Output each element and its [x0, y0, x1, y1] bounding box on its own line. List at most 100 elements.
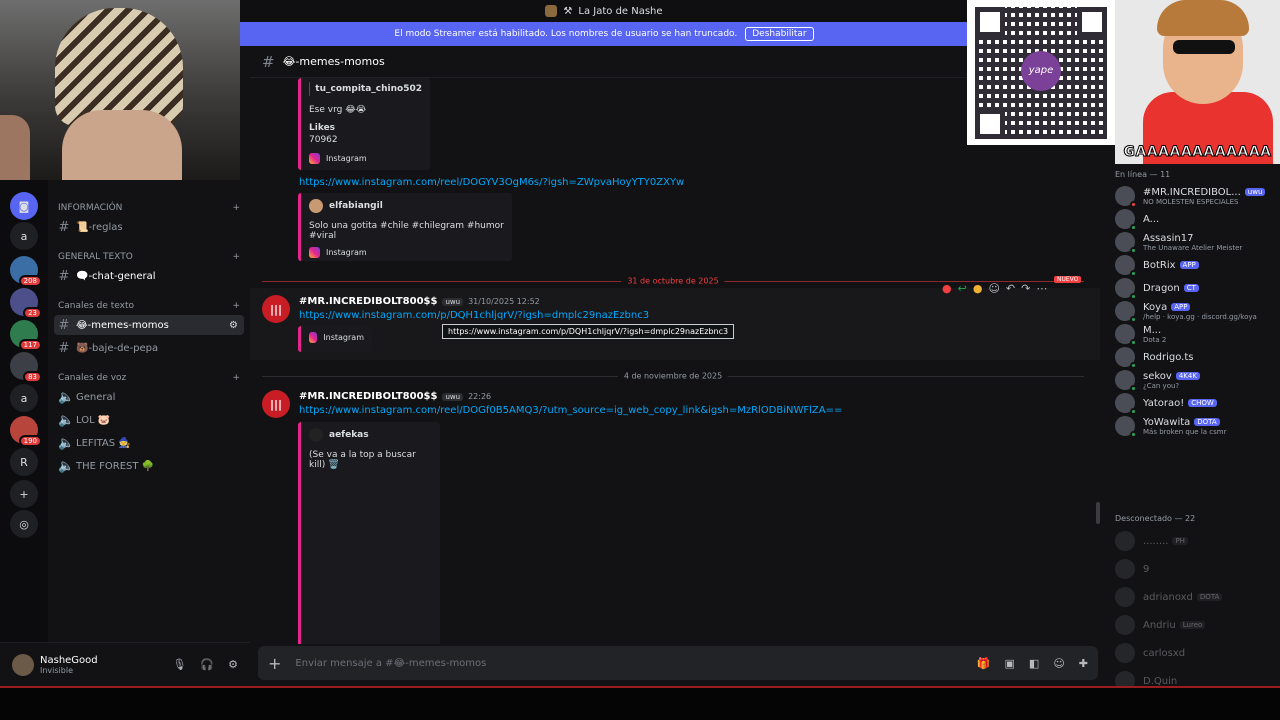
server-item[interactable]: 190 [10, 416, 42, 447]
member-item[interactable]: M... Dota 2 [1115, 322, 1280, 346]
channel-chat-general[interactable]: # 🗨️-chat-general [54, 266, 244, 286]
member-name: 9 [1143, 563, 1150, 575]
voice-channel-lefitas[interactable]: 🔈 LEFITAS 🧙 [54, 433, 244, 453]
gif-icon[interactable]: ▣ [1005, 657, 1015, 670]
member-item[interactable]: Yatorao! CHOW [1115, 391, 1280, 415]
channel-memes-momos[interactable]: # 😂-memes-momos ⚙ [54, 315, 244, 335]
headphones-icon[interactable]: 🎧 [200, 658, 214, 671]
message-timestamp: 31/10/2025 12:52 [468, 297, 540, 306]
server-item[interactable]: R [10, 448, 38, 476]
streamer-banner-text: El modo Streamer está habilitado. Los no… [394, 29, 738, 39]
gift-icon[interactable]: 🎁 [977, 657, 991, 670]
server-item[interactable]: a [10, 222, 38, 250]
member-name-row: YoWawita DOTA [1143, 417, 1227, 428]
message-author[interactable]: #MR.INCREDIBOLT800$$ [299, 391, 437, 402]
add-reaction-icon[interactable]: ☺ [988, 282, 999, 295]
emoji-icon[interactable]: ☺ [1053, 657, 1064, 670]
voice-channel-the-forest[interactable]: 🔈 THE FOREST 🌳 [54, 456, 244, 476]
scrollbar[interactable] [1096, 502, 1100, 524]
category-general-texto[interactable]: GENERAL TEXTO + [58, 252, 240, 262]
channel-reglas[interactable]: # 📜-reglas [54, 217, 244, 237]
message-author[interactable]: #MR.INCREDIBOLT800$$ [299, 296, 437, 307]
reaction-icon[interactable]: ● [942, 282, 952, 295]
avatar[interactable]: ||| [262, 390, 290, 418]
disable-streamer-button[interactable]: Deshabilitar [745, 27, 814, 41]
member-item[interactable]: 9 [1115, 557, 1280, 581]
instagram-embed[interactable]: Instagram [298, 326, 372, 352]
embed-description: (Se va a la top a buscar kill) 🗑️ [309, 450, 416, 470]
member-name: Rodrigo.ts [1143, 351, 1194, 363]
qr-corner [975, 6, 1005, 37]
microphone-icon[interactable]: 🎙 [172, 658, 186, 671]
member-item[interactable]: Koya APP/help · koya.gg · discord.gg/koya [1115, 299, 1280, 323]
add-server-icon[interactable]: + [10, 480, 38, 508]
streamer-mode-banner: El modo Streamer está habilitado. Los no… [240, 22, 968, 46]
member-item[interactable]: Assasin17 The Unaware Atelier Meister [1115, 230, 1280, 254]
avatar [1115, 559, 1135, 579]
discover-icon[interactable]: ◎ [10, 510, 38, 538]
member-name: adrianoxd [1143, 591, 1193, 603]
member-item[interactable]: A... [1115, 207, 1280, 231]
sticker-icon[interactable]: ◧ [1029, 657, 1039, 670]
avatar[interactable]: ||| [262, 295, 290, 323]
server-item[interactable]: 208 [10, 256, 42, 287]
webcam-person-hand [0, 115, 30, 180]
title-bar: ⚒ La Jato de Nashe [240, 0, 968, 22]
add-channel-icon[interactable]: + [232, 203, 240, 213]
embed-author-name: aefekas [329, 430, 369, 440]
apps-icon[interactable]: ✚ [1079, 657, 1088, 670]
avatar [309, 199, 323, 213]
message-link[interactable]: https://www.instagram.com/reel/DOGYV3OgM… [299, 177, 684, 188]
member-item[interactable]: Andriu Lureo [1115, 613, 1280, 637]
add-channel-icon[interactable]: + [232, 373, 240, 383]
embed-footer-label: Instagram [326, 154, 367, 163]
server-item[interactable]: 83 [10, 352, 42, 383]
member-item[interactable]: carlosxd [1115, 641, 1280, 665]
member-item[interactable]: YoWawita DOTA Más broken que la csmr [1115, 414, 1280, 438]
category-canales-voz[interactable]: Canales de voz + [58, 373, 240, 383]
avatar[interactable] [12, 653, 34, 676]
voice-channel-lol[interactable]: 🔈 LOL 🐷 [54, 410, 244, 430]
member-item[interactable]: ........ PH [1115, 529, 1280, 553]
gear-icon[interactable]: ⚙ [228, 658, 238, 671]
member-item[interactable]: Rodrigo.ts [1115, 345, 1280, 369]
member-name: Assasin17 [1143, 232, 1194, 244]
reply-icon[interactable]: ↶ [1006, 282, 1015, 295]
add-channel-icon[interactable]: + [232, 301, 240, 311]
message-input[interactable]: Enviar mensaje a #😂-memes-momos [295, 658, 486, 669]
member-item[interactable]: sekov 4K4K ¿Can you? [1115, 368, 1280, 392]
member-name: M... [1143, 324, 1162, 336]
member-item[interactable]: #MR.INCREDIBOL... uwu NO MOLESTEN ESPECIAL… [1115, 184, 1280, 208]
instagram-embed[interactable]: elfabiangil Solo una gotita #chile #chil… [298, 193, 512, 261]
category-informacion[interactable]: INFORMACIÓN + [58, 203, 240, 213]
channel-baje-de-pepa[interactable]: # 🐻-baje-de-pepa [54, 338, 244, 358]
instagram-icon [309, 332, 318, 343]
cam-person-glasses [1173, 40, 1235, 54]
discord-home-icon[interactable]: ◙ [10, 192, 38, 220]
server-item[interactable]: 117 [10, 320, 42, 351]
member-item[interactable]: BotRix APP [1115, 253, 1280, 277]
channel-settings-icon[interactable]: ⚙ [229, 320, 238, 331]
message-link[interactable]: https://www.instagram.com/p/DQH1chljqrV/… [299, 310, 649, 321]
category-canales-texto[interactable]: Canales de texto + [58, 301, 240, 311]
add-attachment-icon[interactable]: + [268, 654, 281, 673]
reaction-icon[interactable]: ● [973, 282, 983, 295]
mention-badge: 208 [18, 275, 42, 287]
message-link[interactable]: https://www.instagram.com/reel/DOGf0B5AM… [299, 405, 842, 416]
member-name-row: BotRix APP [1143, 260, 1199, 271]
more-icon[interactable]: ⋯ [1036, 282, 1047, 295]
reaction-icon[interactable]: ↩ [958, 282, 967, 295]
add-channel-icon[interactable]: + [232, 252, 240, 262]
forward-icon[interactable]: ↷ [1021, 282, 1030, 295]
member-item[interactable]: adrianoxd DOTA [1115, 585, 1280, 609]
instagram-embed[interactable]: tu_compita_chino502 Ese vrg 😂😭 Likes 709… [298, 78, 430, 170]
voice-channel-general[interactable]: 🔈 General [54, 387, 244, 407]
member-item[interactable]: Dragon CT [1115, 276, 1280, 300]
server-item[interactable]: a [10, 384, 38, 412]
embed-footer: Instagram [309, 332, 364, 343]
server-item[interactable]: 23 [10, 288, 42, 319]
avatar [1115, 324, 1137, 346]
embed-description: Ese vrg 😂😭 [309, 105, 367, 115]
server-label: R [20, 455, 28, 469]
instagram-embed[interactable]: aefekas (Se va a la top a buscar kill) 🗑… [298, 422, 440, 644]
